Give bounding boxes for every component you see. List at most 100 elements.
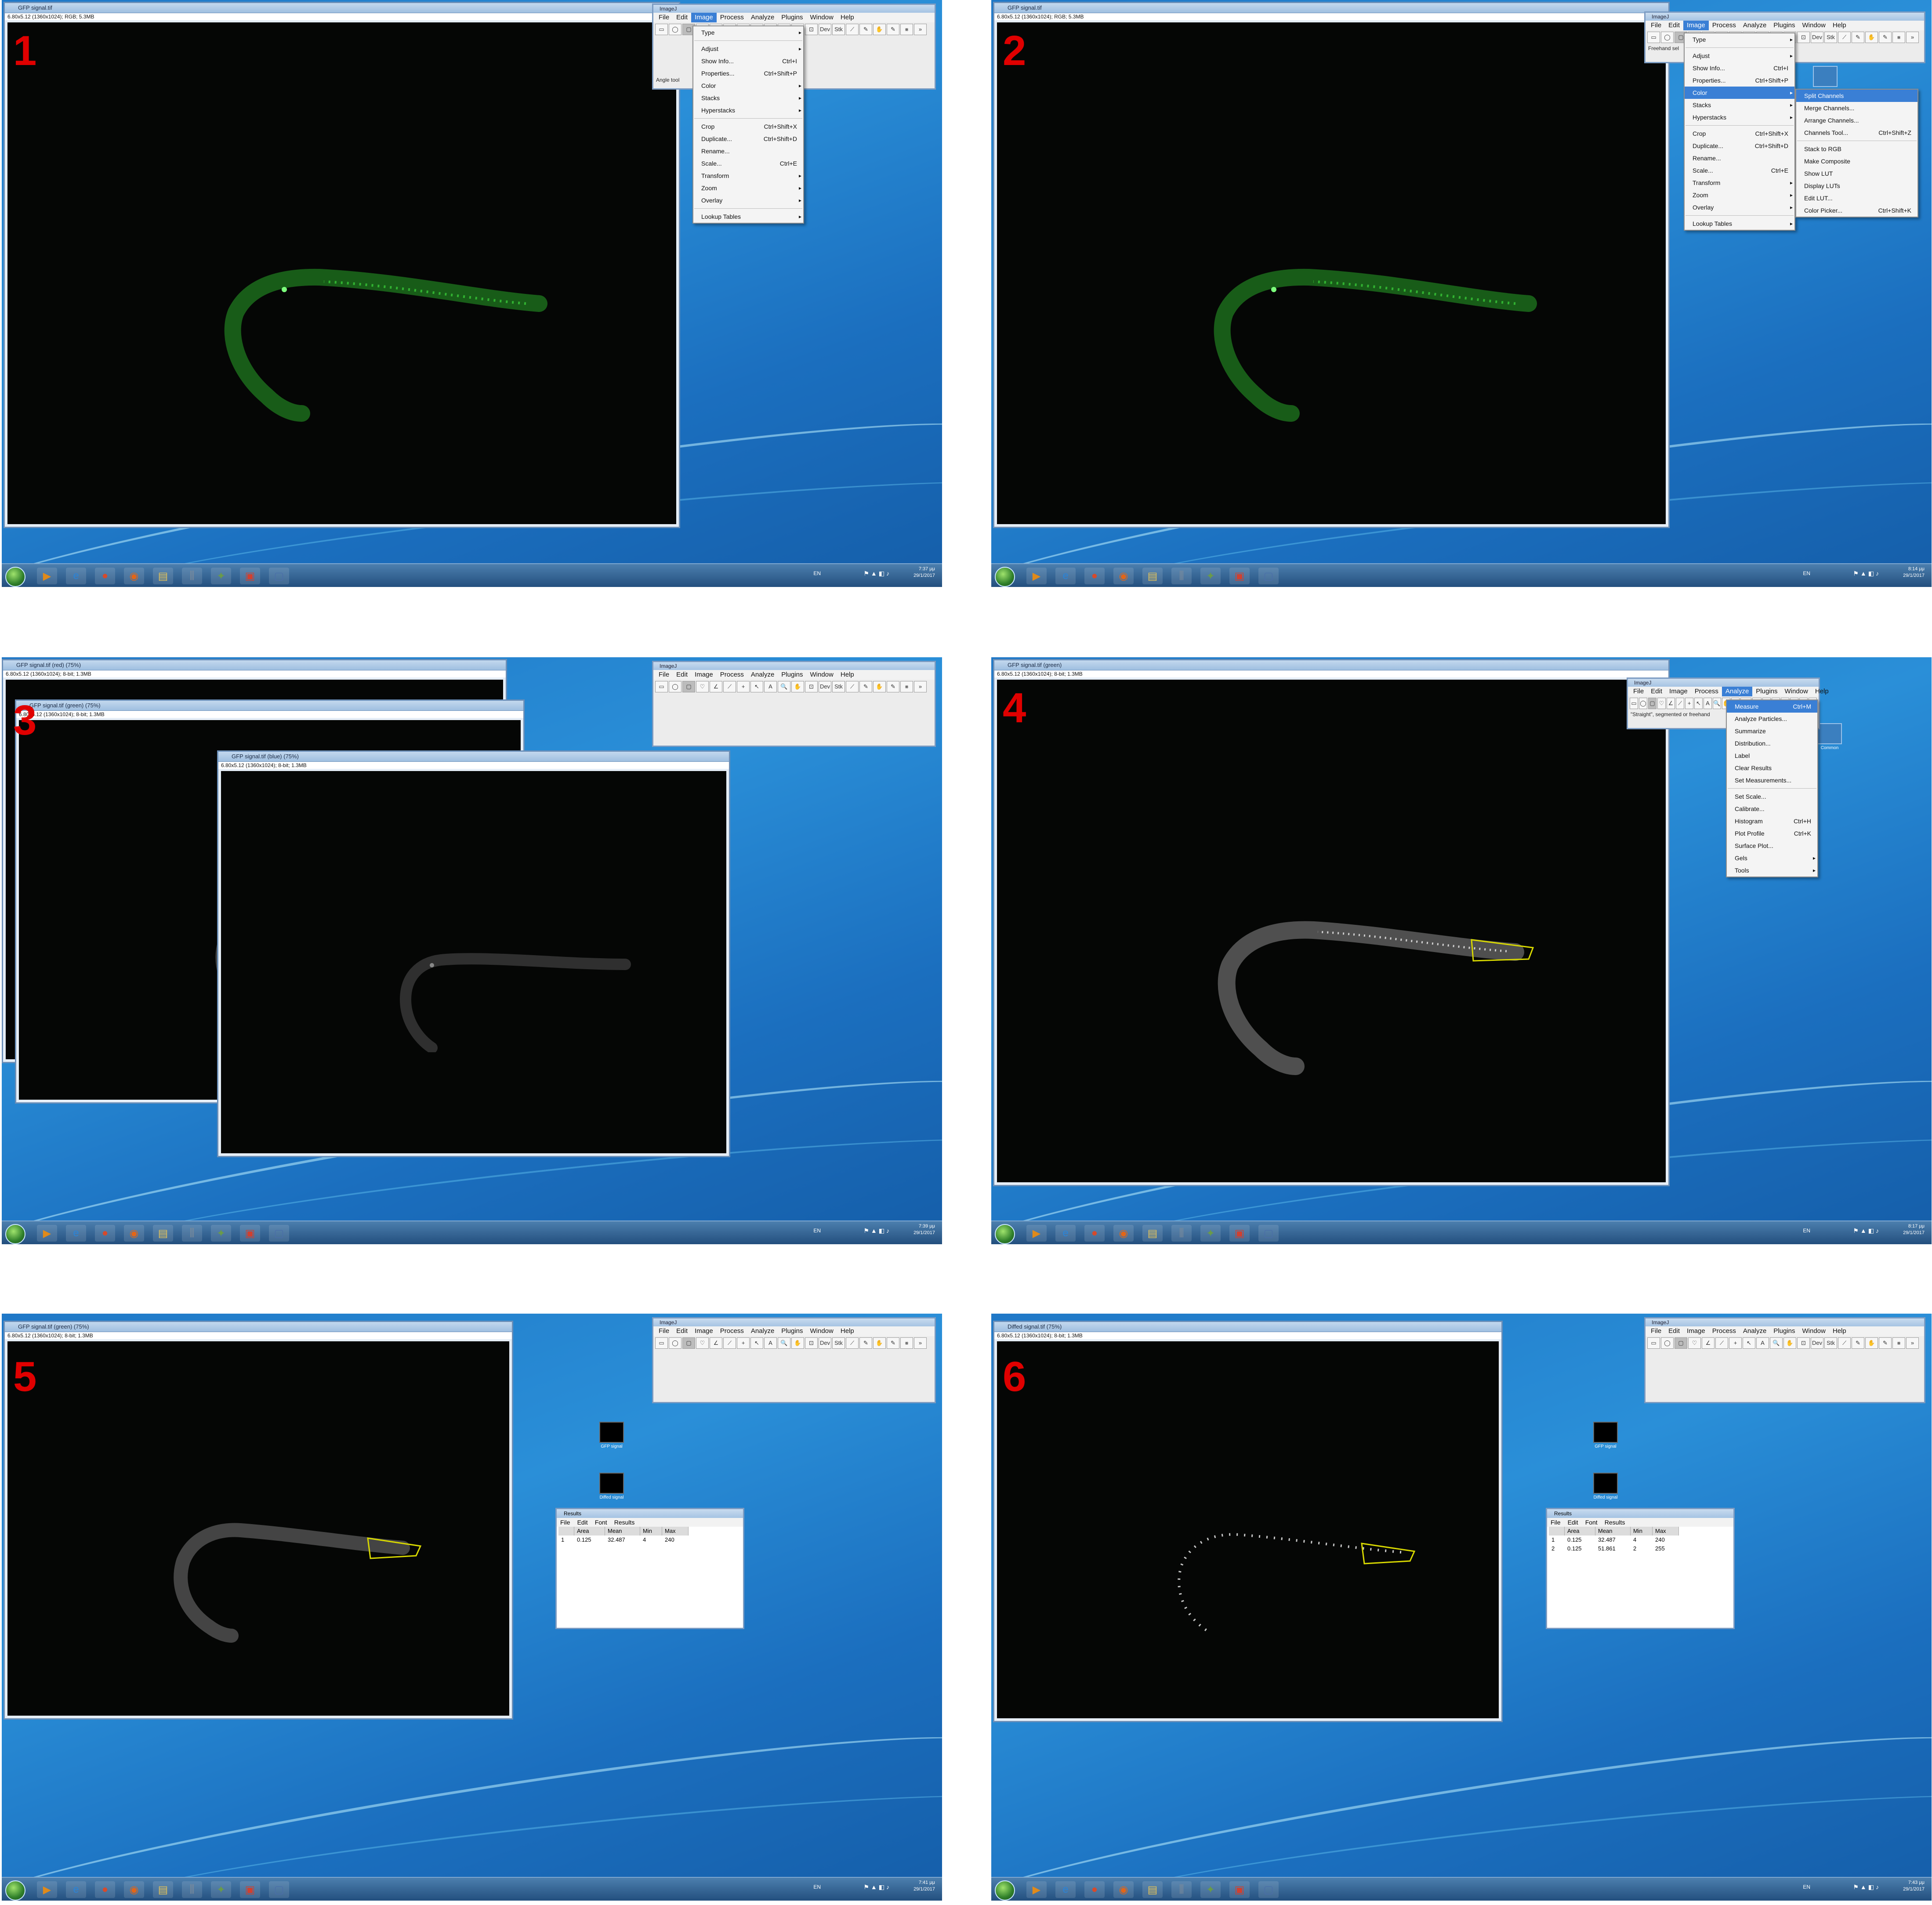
- menu-item-measure[interactable]: Measure Ctrl+M: [1727, 700, 1817, 713]
- start-button[interactable]: [5, 567, 25, 587]
- clock-time[interactable]: 7:43 μμ: [1903, 1880, 1925, 1886]
- tool-button[interactable]: ⨳: [1892, 1337, 1905, 1349]
- tool-button[interactable]: ⨳: [900, 24, 913, 35]
- menu-edit[interactable]: Edit: [673, 1326, 691, 1336]
- imagej-window[interactable]: ImageJ File Edit Image Process Analyze P…: [652, 1317, 936, 1403]
- menu-image[interactable]: Image: [1683, 21, 1709, 30]
- image-window[interactable]: GFP signal.tif 6.80x5.12 (1360x1024); RG…: [4, 2, 680, 528]
- tool-button[interactable]: ✋: [873, 24, 886, 35]
- results-menu-edit[interactable]: Edit: [577, 1519, 588, 1526]
- start-button[interactable]: [995, 1224, 1015, 1244]
- tool-button[interactable]: ▭: [1647, 32, 1660, 43]
- tool-button[interactable]: ◯: [669, 1337, 681, 1349]
- language-indicator[interactable]: EN: [1803, 1884, 1810, 1891]
- tool-button[interactable]: ✎: [1879, 32, 1892, 43]
- tool-button[interactable]: ✋: [1865, 1337, 1878, 1349]
- menu-item-gels[interactable]: Gels: [1727, 852, 1817, 864]
- tool-button[interactable]: 🔍: [1770, 1337, 1783, 1349]
- tool-button[interactable]: ⟋: [846, 681, 859, 692]
- tool-button[interactable]: ✋: [873, 1337, 886, 1349]
- menu-item-overlay[interactable]: Overlay: [1685, 201, 1794, 214]
- image-canvas[interactable]: [7, 1341, 509, 1716]
- pdf-icon[interactable]: ▣: [240, 1225, 260, 1242]
- start-button[interactable]: [995, 1880, 1015, 1901]
- media-player-icon[interactable]: ▶: [37, 568, 57, 584]
- tool-button[interactable]: Stk: [832, 681, 845, 692]
- tool-button[interactable]: »: [1906, 1337, 1919, 1349]
- ie-icon[interactable]: e: [1055, 1881, 1076, 1898]
- menu-process[interactable]: Process: [1709, 21, 1740, 30]
- tool-button[interactable]: ∠: [710, 681, 722, 692]
- menu-item-make-composite[interactable]: Make Composite: [1796, 155, 1918, 167]
- tool-button[interactable]: ⟋: [1838, 32, 1851, 43]
- tool-button[interactable]: 🔍: [778, 1337, 790, 1349]
- app-icon[interactable]: ⫼: [182, 568, 202, 584]
- menu-item-stack-to-rgb[interactable]: Stack to RGB: [1796, 143, 1918, 155]
- menu-edit[interactable]: Edit: [673, 13, 691, 22]
- menu-item-split-channels[interactable]: Split Channels: [1796, 90, 1918, 102]
- tool-button[interactable]: ♡: [696, 681, 709, 692]
- app-window-icon[interactable]: ▢: [269, 1881, 289, 1898]
- tool-button[interactable]: Dev: [819, 24, 831, 35]
- menu-item-scale[interactable]: Scale... Ctrl+E: [1685, 164, 1794, 177]
- tool-button[interactable]: ▭: [655, 1337, 668, 1349]
- language-indicator[interactable]: EN: [813, 570, 821, 577]
- menu-help[interactable]: Help: [837, 1326, 858, 1336]
- tool-button[interactable]: ▭: [655, 681, 668, 692]
- menu-item-stacks[interactable]: Stacks: [1685, 99, 1794, 111]
- image-window[interactable]: GFP signal.tif (green) (75%) 6.80x5.12 (…: [4, 1321, 513, 1720]
- tool-button[interactable]: Dev: [819, 681, 831, 692]
- tool-button[interactable]: +: [1685, 698, 1693, 709]
- tool-button[interactable]: Stk: [832, 1337, 845, 1349]
- firefox-icon[interactable]: ◉: [124, 1881, 144, 1898]
- menu-item-calibrate[interactable]: Calibrate...: [1727, 803, 1817, 815]
- image-window[interactable]: GFP signal.tif (green) 6.80x5.12 (1360x1…: [993, 659, 1670, 1186]
- menu-plugins[interactable]: Plugins: [778, 13, 806, 22]
- desktop-icon-gfp-signal[interactable]: GFP signal: [1593, 1422, 1618, 1449]
- tool-button[interactable]: Stk: [1824, 32, 1837, 43]
- tool-button[interactable]: »: [914, 1337, 927, 1349]
- tool-button[interactable]: A: [764, 1337, 777, 1349]
- menu-item-plot-profile[interactable]: Plot Profile Ctrl+K: [1727, 827, 1817, 840]
- firefox-icon[interactable]: ◉: [124, 568, 144, 584]
- image-window[interactable]: GFP signal.tif 6.80x5.12 (1360x1024); RG…: [993, 2, 1670, 528]
- tool-button[interactable]: ◯: [1661, 32, 1674, 43]
- ie-icon[interactable]: e: [66, 568, 86, 584]
- menu-window[interactable]: Window: [807, 13, 837, 22]
- menu-plugins[interactable]: Plugins: [778, 1326, 806, 1336]
- menu-plugins[interactable]: Plugins: [1752, 687, 1781, 696]
- chrome-icon[interactable]: ●: [1084, 1225, 1105, 1242]
- menu-edit[interactable]: Edit: [673, 670, 691, 680]
- tool-button[interactable]: ⨳: [1892, 32, 1905, 43]
- menu-analyze[interactable]: Analyze: [1740, 21, 1770, 30]
- tool-button[interactable]: ↖: [1743, 1337, 1755, 1349]
- tool-button[interactable]: ♡: [1688, 1337, 1701, 1349]
- menu-image[interactable]: Image: [691, 13, 717, 22]
- ie-icon[interactable]: e: [1055, 1225, 1076, 1242]
- menu-window[interactable]: Window: [1799, 21, 1829, 30]
- tool-button[interactable]: ✋: [873, 681, 886, 692]
- menu-edit[interactable]: Edit: [1665, 21, 1683, 30]
- firefox-icon[interactable]: ◉: [124, 1225, 144, 1242]
- menu-item-properties[interactable]: Properties... Ctrl+Shift+P: [1685, 74, 1794, 87]
- desktop-icon-gfp-signal[interactable]: GFP signal: [599, 1422, 624, 1449]
- start-button[interactable]: [5, 1224, 25, 1244]
- menu-window[interactable]: Window: [1799, 1326, 1829, 1336]
- menu-item-show-info[interactable]: Show Info... Ctrl+I: [693, 55, 803, 67]
- tool-button[interactable]: ◯: [669, 681, 681, 692]
- tool-button[interactable]: ⟋: [723, 681, 736, 692]
- imagej-icon[interactable]: ✦: [1200, 568, 1221, 584]
- tool-button[interactable]: ⊡: [1797, 1337, 1810, 1349]
- menu-plugins[interactable]: Plugins: [778, 670, 806, 680]
- menu-help[interactable]: Help: [837, 670, 858, 680]
- menu-item-adjust[interactable]: Adjust: [693, 43, 803, 55]
- tool-button[interactable]: +: [737, 1337, 750, 1349]
- results-menu-font[interactable]: Font: [595, 1519, 607, 1526]
- menu-item-show-info[interactable]: Show Info... Ctrl+I: [1685, 62, 1794, 74]
- clock-date[interactable]: 29/1/2017: [913, 1230, 935, 1236]
- tool-button[interactable]: ⟋: [846, 1337, 859, 1349]
- results-menu-edit[interactable]: Edit: [1568, 1519, 1578, 1526]
- menu-item-set-measurements[interactable]: Set Measurements...: [1727, 774, 1817, 786]
- menu-file[interactable]: File: [655, 13, 673, 22]
- clock-time[interactable]: 8:14 μμ: [1903, 566, 1925, 572]
